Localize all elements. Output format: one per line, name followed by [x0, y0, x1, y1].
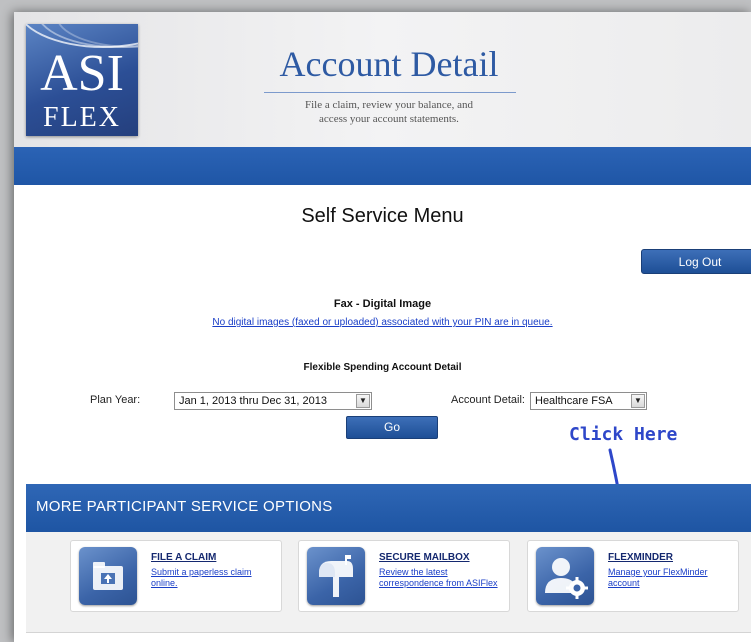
file-a-claim-card[interactable]: FILE A CLAIM Submit a paperless claim on…: [70, 540, 282, 612]
secure-mailbox-link[interactable]: SECURE MAILBOX: [379, 552, 470, 563]
fax-section-title: Fax - Digital Image: [333, 298, 432, 310]
user-settings-icon[interactable]: [536, 547, 594, 605]
fsa-section-title: Flexible Spending Account Detail: [303, 362, 462, 373]
flexminder-link[interactable]: FLEXMINDER: [608, 552, 673, 563]
account-detail-select[interactable]: Healthcare FSA ▼: [530, 392, 647, 410]
subtitle-line-2: access your account statements.: [319, 113, 459, 125]
plan-year-select[interactable]: Jan 1, 2013 thru Dec 31, 2013 ▼: [174, 392, 372, 410]
asiflex-logo[interactable]: ASI FLEX: [26, 24, 138, 136]
go-button[interactable]: Go: [346, 416, 438, 439]
click-here-annotation: Click Here: [569, 424, 678, 445]
logo-text-asi: ASI: [40, 45, 124, 102]
flexminder-desc[interactable]: Manage your FlexMinder account: [608, 567, 732, 589]
page-title: Account Detail: [279, 44, 499, 84]
subtitle-line-1: File a claim, review your balance, and: [305, 99, 473, 111]
nav-bar: [14, 147, 751, 185]
folder-upload-icon[interactable]: [79, 547, 137, 605]
file-a-claim-link[interactable]: FILE A CLAIM: [151, 552, 216, 563]
logo-text-flex: FLEX: [43, 102, 121, 133]
plan-year-label: Plan Year:: [90, 394, 141, 406]
log-out-button[interactable]: Log Out: [641, 249, 751, 274]
account-detail-value: Healthcare FSA: [535, 395, 613, 407]
title-divider: [264, 92, 516, 93]
flexminder-card[interactable]: FLEXMINDER Manage your FlexMinder accoun…: [527, 540, 739, 612]
more-options-title: MORE PARTICIPANT SERVICE OPTIONS: [36, 498, 333, 515]
secure-mailbox-card[interactable]: SECURE MAILBOX Review the latest corresp…: [298, 540, 510, 612]
chevron-down-icon[interactable]: ▼: [356, 394, 370, 408]
plan-year-value: Jan 1, 2013 thru Dec 31, 2013: [179, 395, 327, 407]
page-subtitle: File a claim, review your balance, and a…: [254, 98, 524, 126]
more-options-header: MORE PARTICIPANT SERVICE OPTIONS: [26, 484, 751, 532]
chevron-down-icon[interactable]: ▼: [631, 394, 645, 408]
browser-page: ASI FLEX Account Detail File a claim, re…: [14, 12, 751, 642]
file-a-claim-desc[interactable]: Submit a paperless claim online.: [151, 567, 275, 589]
header: ASI FLEX Account Detail File a claim, re…: [14, 12, 751, 147]
account-detail-label: Account Detail:: [451, 394, 525, 406]
self-service-menu-title: Self Service Menu: [301, 205, 464, 227]
mailbox-icon[interactable]: [307, 547, 365, 605]
fax-queue-link[interactable]: No digital images (faxed or uploaded) as…: [14, 317, 751, 328]
secure-mailbox-desc[interactable]: Review the latest correspondence from AS…: [379, 567, 503, 589]
